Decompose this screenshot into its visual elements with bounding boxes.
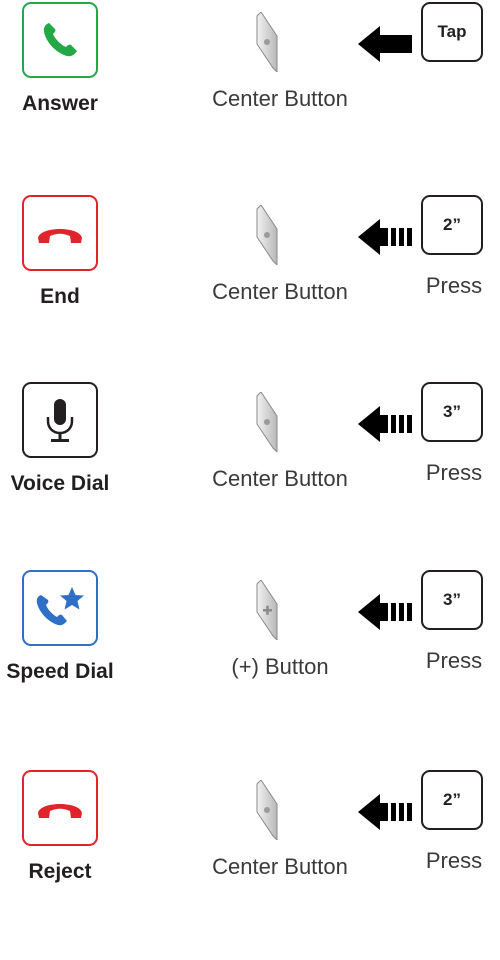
row-voice-dial: Voice Dial Center Button 3” Press bbox=[0, 382, 500, 572]
button-label: Center Button bbox=[212, 86, 348, 111]
press-label: Press bbox=[425, 460, 483, 485]
function-label: Reject bbox=[28, 860, 92, 883]
center-button-graphic bbox=[253, 11, 281, 77]
press-label: Press bbox=[425, 848, 483, 873]
phone-hangup-icon bbox=[38, 229, 82, 243]
phone-answer-icon bbox=[43, 23, 77, 57]
reject-icon-box bbox=[22, 770, 98, 846]
action-box: 2” bbox=[421, 770, 483, 830]
center-button-graphic bbox=[253, 391, 281, 457]
voice-dial-icon-box bbox=[22, 382, 98, 458]
center-button-graphic bbox=[253, 779, 281, 845]
press-arrow-icon bbox=[358, 219, 414, 260]
press-arrow-icon bbox=[358, 594, 414, 635]
microphone-icon bbox=[46, 399, 74, 442]
press-label: Press bbox=[425, 648, 483, 673]
row-answer: Answer Center Button Tap bbox=[0, 2, 500, 192]
function-label: End bbox=[40, 285, 80, 308]
phone-hangup-icon bbox=[38, 804, 82, 818]
button-label: Center Button bbox=[212, 279, 348, 304]
action-box: 2” bbox=[421, 195, 483, 255]
button-label: Center Button bbox=[212, 466, 348, 491]
press-arrow-icon bbox=[358, 794, 414, 835]
center-button-graphic bbox=[253, 204, 281, 270]
row-reject: Reject Center Button 2” Press bbox=[0, 770, 500, 960]
function-label: Answer bbox=[22, 92, 98, 115]
row-speed-dial: Speed Dial (+) Button 3” Press bbox=[0, 570, 500, 760]
press-label: Press bbox=[425, 273, 483, 298]
end-icon-box bbox=[22, 195, 98, 271]
answer-icon-box bbox=[22, 2, 98, 78]
solid-arrow-icon bbox=[358, 26, 414, 67]
action-box: 3” bbox=[421, 382, 483, 442]
button-label: Center Button bbox=[212, 854, 348, 879]
speed-dial-icon-box bbox=[22, 570, 98, 646]
action-box: Tap bbox=[421, 2, 483, 62]
button-label: (+) Button bbox=[231, 654, 329, 679]
row-end: End Center Button 2” Press bbox=[0, 195, 500, 385]
function-label: Speed Dial bbox=[6, 660, 114, 683]
action-box: 3” bbox=[421, 570, 483, 630]
press-arrow-icon bbox=[358, 406, 414, 447]
function-label: Voice Dial bbox=[10, 472, 110, 495]
plus-button-graphic bbox=[253, 579, 281, 645]
phone-star-icon bbox=[36, 587, 84, 626]
